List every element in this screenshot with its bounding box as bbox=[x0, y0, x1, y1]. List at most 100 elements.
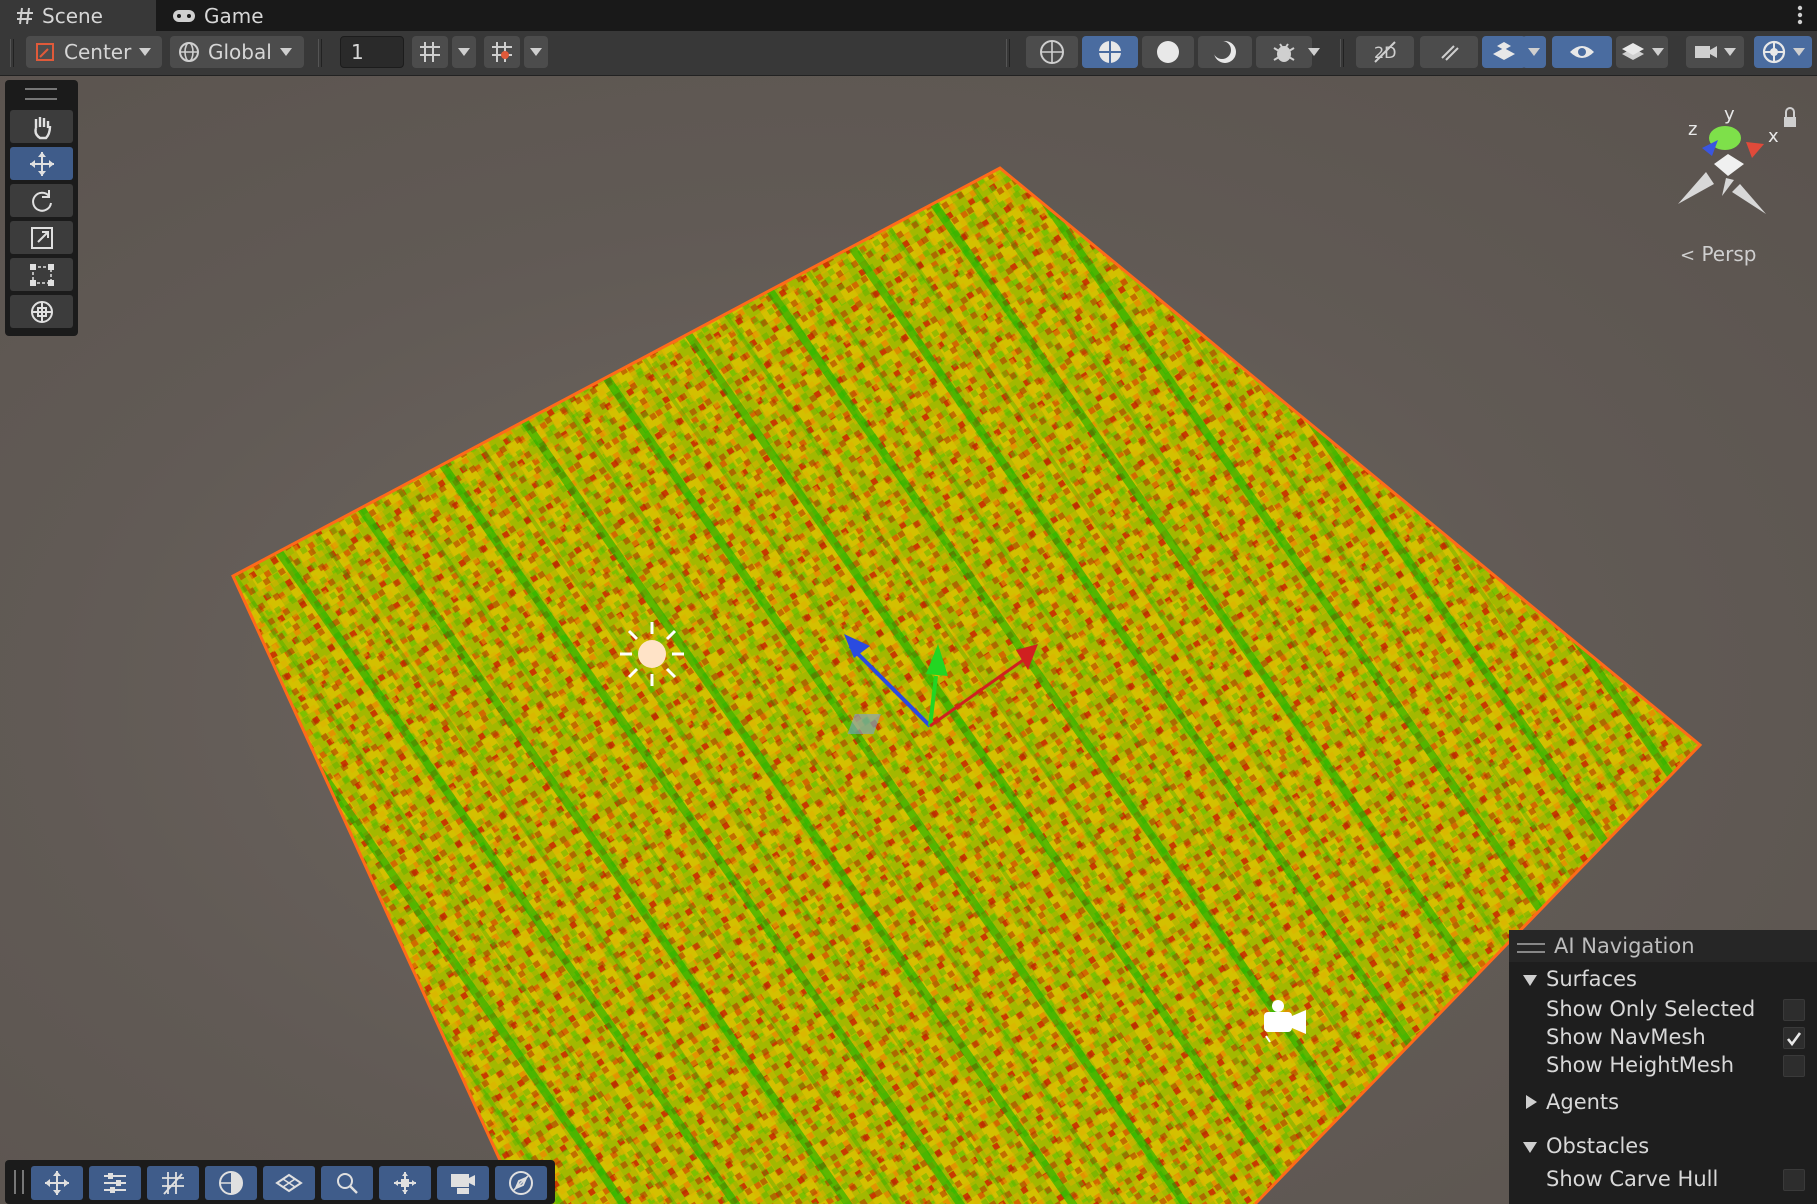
camera-preview-icon bbox=[451, 1174, 475, 1194]
pivot-rotation-dropdown[interactable]: Global bbox=[170, 36, 304, 68]
transform-tools-panel bbox=[5, 80, 78, 336]
grid-snap-value: 1 bbox=[351, 40, 364, 64]
grid-snapping-button[interactable] bbox=[484, 36, 520, 68]
2d-icon: 2D bbox=[1374, 41, 1397, 63]
gizmos-dropdown[interactable] bbox=[1754, 36, 1812, 68]
grid-icon bbox=[420, 42, 440, 62]
show-carve-hull-checkbox[interactable] bbox=[1783, 1169, 1805, 1191]
chevron-down-icon bbox=[1652, 48, 1664, 56]
unlit-button[interactable] bbox=[1198, 36, 1252, 68]
gizmo-globe-icon bbox=[1762, 40, 1786, 64]
grid-visibility-button[interactable] bbox=[412, 36, 448, 68]
2d-mode-button[interactable]: 2D bbox=[1356, 36, 1414, 68]
more-options-icon[interactable] bbox=[1797, 4, 1803, 26]
camera-icon bbox=[1695, 46, 1717, 58]
effects-toggle-button[interactable] bbox=[1482, 36, 1526, 68]
chevron-left-icon: < bbox=[1680, 245, 1696, 266]
chevron-down-icon bbox=[1308, 48, 1320, 56]
show-heightmesh-option[interactable]: Show HeightMesh bbox=[1509, 1051, 1817, 1079]
toolbar-grip-icon[interactable] bbox=[14, 1170, 24, 1194]
grid-snap-value-input[interactable]: 1 bbox=[340, 36, 404, 68]
move-tool-gizmo[interactable] bbox=[830, 546, 1070, 766]
camera-overlay-button[interactable] bbox=[437, 1166, 489, 1200]
shading-overlay-button[interactable] bbox=[205, 1166, 257, 1200]
hand-icon bbox=[33, 116, 51, 139]
toolbar-separator bbox=[1006, 39, 1010, 67]
show-carve-hull-option[interactable]: Show Carve Hull bbox=[1509, 1163, 1817, 1195]
scale-tool-button[interactable] bbox=[10, 221, 73, 254]
tab-game-label: Game bbox=[204, 3, 264, 28]
pivot-rotation-label: Global bbox=[208, 40, 272, 64]
audio-toggle-button[interactable] bbox=[1420, 36, 1478, 68]
z-axis-arrow-icon bbox=[844, 634, 870, 658]
scene-visibility-button[interactable] bbox=[1552, 36, 1612, 68]
navmesh-icon bbox=[275, 1173, 303, 1193]
scale-icon bbox=[30, 226, 53, 249]
show-navmesh-option[interactable]: Show NavMesh bbox=[1509, 1023, 1817, 1051]
show-heightmesh-checkbox[interactable] bbox=[1783, 1055, 1805, 1077]
rect-tool-button[interactable] bbox=[10, 258, 73, 291]
ai-navigation-header[interactable]: AI Navigation bbox=[1509, 930, 1817, 962]
surfaces-foldout[interactable]: Surfaces bbox=[1509, 964, 1817, 994]
snap-options-dropdown[interactable] bbox=[524, 36, 548, 68]
checkmark-icon bbox=[1786, 1032, 1802, 1047]
show-navmesh-checkbox[interactable] bbox=[1783, 1027, 1805, 1049]
show-only-selected-checkbox[interactable] bbox=[1783, 999, 1805, 1021]
compass-icon bbox=[509, 1171, 533, 1195]
gamepad-icon bbox=[173, 9, 195, 22]
chevron-down-icon bbox=[1793, 48, 1805, 56]
wireframe-shading-button[interactable] bbox=[1026, 36, 1078, 68]
triangle-right-icon bbox=[1526, 1095, 1537, 1109]
ai-navigation-title: AI Navigation bbox=[1554, 934, 1695, 958]
gizmo-x-label: x bbox=[1768, 126, 1779, 147]
obstacles-foldout[interactable]: Obstacles bbox=[1509, 1129, 1817, 1163]
scene-toolbar: Center Global 1 2D bbox=[0, 31, 1817, 76]
grid-options-dropdown[interactable] bbox=[452, 36, 476, 68]
tool-settings-button[interactable] bbox=[89, 1166, 141, 1200]
draw-mode-dropdown[interactable] bbox=[1302, 36, 1326, 68]
audio-mute-icon bbox=[1441, 45, 1459, 61]
navmesh-overlay-button[interactable] bbox=[263, 1166, 315, 1200]
shaded-wireframe-button[interactable] bbox=[1082, 36, 1138, 68]
transform-combined-icon bbox=[30, 300, 53, 323]
show-carve-hull-label: Show Carve Hull bbox=[1546, 1167, 1719, 1191]
directional-light-icon[interactable] bbox=[618, 620, 686, 688]
rotate-icon bbox=[31, 189, 52, 212]
effects-options-dropdown[interactable] bbox=[1522, 36, 1546, 68]
show-only-selected-label: Show Only Selected bbox=[1546, 997, 1756, 1021]
pivot-arrows-icon bbox=[394, 1172, 416, 1194]
tab-scene[interactable]: Scene bbox=[0, 0, 156, 31]
shaded-wireframe-icon bbox=[1099, 41, 1121, 63]
panel-grip-icon[interactable] bbox=[25, 88, 57, 100]
tab-game[interactable]: Game bbox=[172, 0, 264, 31]
show-heightmesh-label: Show HeightMesh bbox=[1546, 1053, 1735, 1077]
projection-toggle[interactable]: < Persp bbox=[1680, 242, 1756, 266]
layers-dropdown[interactable] bbox=[1616, 36, 1668, 68]
pivot-mode-dropdown[interactable]: Center bbox=[26, 36, 162, 68]
hand-tool-button[interactable] bbox=[10, 110, 73, 143]
move-overlay-button[interactable] bbox=[31, 1166, 83, 1200]
grid-and-snap-button[interactable] bbox=[147, 1166, 199, 1200]
camera-settings-dropdown[interactable] bbox=[1686, 36, 1744, 68]
shaded-button[interactable] bbox=[1142, 36, 1194, 68]
camera-gizmo-icon[interactable] bbox=[1256, 996, 1312, 1046]
chevron-down-icon bbox=[530, 48, 542, 56]
pivot-center-icon bbox=[36, 43, 54, 61]
gizmo-y-label: y bbox=[1724, 104, 1735, 125]
transform-tool-button[interactable] bbox=[10, 295, 73, 328]
agents-foldout[interactable]: Agents bbox=[1509, 1085, 1817, 1119]
rect-transform-icon bbox=[29, 263, 54, 286]
ai-navigation-overlay: AI Navigation Surfaces Show Only Selecte… bbox=[1509, 930, 1817, 1204]
toolbar-grip[interactable] bbox=[10, 39, 14, 67]
show-only-selected-option[interactable]: Show Only Selected bbox=[1509, 995, 1817, 1023]
tab-scene-label: Scene bbox=[42, 3, 103, 28]
chevron-down-icon bbox=[1724, 48, 1736, 56]
pivot-overlay-button[interactable] bbox=[379, 1166, 431, 1200]
search-overlay-button[interactable] bbox=[321, 1166, 373, 1200]
move-tool-button[interactable] bbox=[10, 147, 73, 180]
move-arrows-icon bbox=[29, 151, 54, 176]
rotate-tool-button[interactable] bbox=[10, 184, 73, 217]
drag-handle-icon bbox=[1517, 943, 1545, 953]
orientation-overlay-button[interactable] bbox=[495, 1166, 547, 1200]
layers-effects-icon bbox=[1493, 42, 1515, 60]
